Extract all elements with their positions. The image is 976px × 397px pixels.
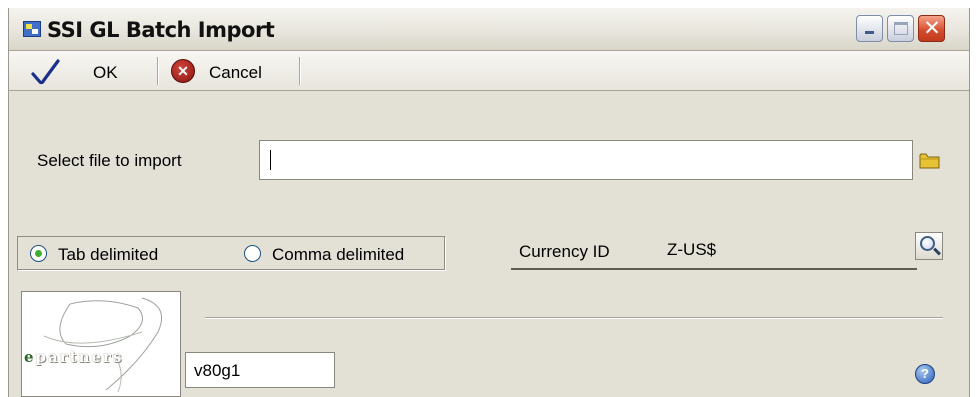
help-icon[interactable]: ?	[915, 364, 935, 384]
logo-text: epartners	[24, 348, 123, 366]
magnifier-handle	[933, 247, 941, 256]
cancel-label: Cancel	[209, 63, 262, 82]
app-icon	[23, 21, 41, 37]
section-divider	[205, 317, 943, 319]
close-button[interactable]: ✕	[918, 15, 945, 42]
toolbar: OK ✕ Cancel	[9, 51, 969, 91]
currency-label: Currency ID	[519, 242, 610, 261]
toolbar-separator	[299, 57, 301, 85]
logo-text-rest: partners	[35, 348, 124, 366]
toolbar-separator	[157, 57, 159, 85]
currency-value[interactable]: Z-US$	[667, 240, 716, 260]
title-bar[interactable]: SSI GL Batch Import ✕	[9, 8, 969, 51]
file-path-input[interactable]	[259, 140, 913, 180]
checkmark-icon	[31, 59, 60, 85]
delimiter-radio-group: Tab delimited Comma delimited	[17, 236, 446, 271]
maximize-icon	[894, 22, 908, 35]
ok-label: OK	[93, 63, 118, 82]
cancel-button[interactable]: ✕ Cancel	[167, 53, 291, 89]
tab-delimited-radio[interactable]	[30, 245, 47, 262]
close-icon: ✕	[923, 16, 941, 40]
minimize-button[interactable]	[856, 15, 883, 42]
currency-underline	[511, 268, 917, 270]
version-field: v80g1	[185, 352, 335, 388]
form-area: Select file to import Tab delimited Comm…	[9, 92, 969, 397]
tab-delimited-label[interactable]: Tab delimited	[58, 245, 158, 265]
import-window: SSI GL Batch Import ✕ OK ✕ Cancel Select…	[8, 8, 970, 397]
ok-button[interactable]: OK	[21, 53, 145, 89]
comma-delimited-radio[interactable]	[244, 245, 261, 262]
logo-graphic	[43, 297, 162, 393]
window-title: SSI GL Batch Import	[47, 18, 275, 42]
epartners-logo: epartners	[21, 291, 181, 397]
currency-lookup-button[interactable]	[915, 232, 943, 260]
cancel-x-icon: ✕	[171, 59, 195, 83]
file-label: Select file to import	[37, 151, 182, 170]
minimize-icon	[865, 31, 874, 34]
folder-icon[interactable]	[919, 150, 941, 170]
maximize-button[interactable]	[887, 15, 914, 42]
text-cursor	[270, 150, 271, 170]
comma-delimited-label[interactable]: Comma delimited	[272, 245, 404, 265]
logo-text-initial: e	[24, 348, 36, 366]
